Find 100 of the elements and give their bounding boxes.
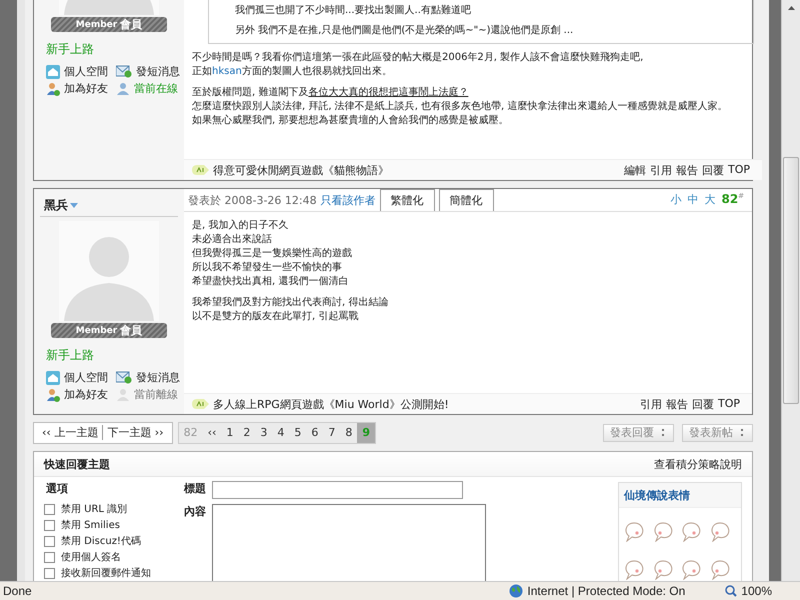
emoticon-icon[interactable] <box>708 560 731 580</box>
member-badge: Member 會員 <box>50 323 167 338</box>
scrollbar[interactable] <box>781 0 800 581</box>
text-link[interactable]: 各位大大真的很想把這事鬧上法庭？ <box>308 87 468 98</box>
previous-topic-link[interactable]: ‹‹ 上一主題 <box>38 425 102 440</box>
subject-label: 標題 <box>184 481 207 497</box>
member-badge: Member 會員 <box>50 17 167 32</box>
rank-label: 新手上路 <box>46 347 94 364</box>
emoticon-icon[interactable] <box>652 560 674 580</box>
font-size-link[interactable]: 大 <box>704 192 716 207</box>
emoticon-icon[interactable] <box>708 522 731 542</box>
post-action-link[interactable]: 引用 <box>650 162 672 178</box>
page-link[interactable]: 1 <box>221 422 238 442</box>
post-text: 怎麼這麼快跟別人談法律, 拜託, 法律不是紙上談兵, 也有很多灰色地帶, 這麼快拿法律出來還給人一種感覺就是威壓人家。 <box>192 100 728 114</box>
option-checkbox[interactable]: 接收新回覆郵件通知 <box>44 567 184 580</box>
emoticon-icon[interactable] <box>680 560 702 580</box>
quick-reply-title: 快速回覆主題 <box>44 456 110 472</box>
post-action-link[interactable]: 回覆 <box>702 162 724 178</box>
post-text: 希望盡快找出真相, 還我們一個清白 <box>192 275 350 289</box>
font-size-link[interactable]: 小 <box>670 192 682 207</box>
convert-tab[interactable]: 繁體化 <box>380 189 435 211</box>
ad-icon <box>192 399 209 409</box>
post-action-link[interactable]: TOP <box>718 396 740 412</box>
option-checkbox[interactable]: 禁用 URL 識別 <box>44 503 184 516</box>
text-link[interactable]: hksan <box>212 66 242 77</box>
profile-link[interactable]: 發短消息 <box>116 370 186 385</box>
profile-link[interactable]: 加為好友 <box>46 81 116 96</box>
author-name[interactable]: 黑兵 <box>44 197 68 214</box>
post-action-link[interactable]: 報告 <box>666 396 688 412</box>
profile-link[interactable]: 個人空間 <box>46 64 116 79</box>
post-text: 我希望我們及對方能找出代表商討, 得出結論 <box>192 296 390 310</box>
online-status: 當前離線 <box>116 387 186 402</box>
caret-icon[interactable] <box>70 203 78 208</box>
post-text: 但我覺得孤三是一隻娛樂性高的遊戲 <box>192 247 353 261</box>
next-topic-link[interactable]: 下一主題 ›› <box>102 425 168 440</box>
options-title: 選項 <box>44 481 69 496</box>
home-icon <box>46 370 60 384</box>
page-link[interactable]: 6 <box>306 422 324 442</box>
post-text: 如果無心威壓我們, 那要想想為甚麼貴壇的人會給我們的感覺是被威壓。 <box>192 114 510 128</box>
home-icon <box>46 64 60 78</box>
post-text: 至於版權問題, 難道閣下及各位大大真的很想把這事鬧上法庭？ <box>192 86 470 100</box>
user-icon <box>116 388 130 402</box>
quote-text: 我們孤三也開了不少時間...要找出製圖人..有點難道吧 <box>234 4 472 18</box>
emoticon-icon[interactable] <box>623 522 646 542</box>
profile-link[interactable]: 個人空間 <box>46 370 116 385</box>
ad-link[interactable]: 多人線上RPG網頁遊戲《Miu World》公測開始! <box>212 396 449 412</box>
post-text: 是, 我加入的日子不久 <box>192 219 290 233</box>
option-checkbox[interactable]: 禁用 Smilies <box>44 519 184 532</box>
zoom-icon[interactable] <box>725 585 738 597</box>
ad-icon <box>192 165 209 175</box>
envelope-icon <box>116 371 132 384</box>
envelope-icon <box>116 65 132 78</box>
option-checkbox[interactable]: 使用個人簽名 <box>44 551 184 564</box>
credits-link[interactable]: 查看積分策略說明 <box>654 456 742 472</box>
profile-link[interactable]: 發短消息 <box>116 64 186 79</box>
zone-text: Internet | Protected Mode: On <box>527 584 686 598</box>
page-link[interactable]: 8 <box>340 422 358 442</box>
user-icon <box>116 82 130 96</box>
status-text: Done <box>3 584 32 598</box>
post-action-link[interactable]: 引用 <box>640 396 662 412</box>
ad-link[interactable]: 得意可愛休閒網頁遊戲《貓熊物語》 <box>212 162 389 178</box>
post-text: 不少時間是嗎？我看你們這壇第一張在此區發的帖大概是2006年2月, 製作人該不會這麼快雞飛狗走吧, <box>192 51 644 65</box>
emoticon-icon[interactable] <box>623 560 646 580</box>
post-text: 未必適合出來說話 <box>192 233 273 247</box>
page-link[interactable]: 7 <box>323 422 340 442</box>
post-action-link[interactable]: 回覆 <box>692 396 714 412</box>
smilies-title: 仙境傳說表情 <box>624 488 690 502</box>
dropdown-icon[interactable] <box>741 428 744 436</box>
page-link[interactable]: 4 <box>272 422 290 442</box>
author-only-link[interactable]: 只看該作者 <box>320 193 376 211</box>
post-action-link[interactable]: 報告 <box>676 162 698 178</box>
profile-link[interactable]: 加為好友 <box>46 387 116 402</box>
page-link[interactable]: 2 <box>238 422 256 442</box>
convert-tab[interactable]: 簡體化 <box>438 189 494 211</box>
post-text: 正如hksan方面的製圖人也很易就找回出來。 <box>192 65 393 79</box>
post-date: 發表於 2008-3-26 12:48 <box>188 193 317 209</box>
post-action-link[interactable]: TOP <box>728 162 750 178</box>
post-action-link[interactable]: 編輯 <box>624 162 646 178</box>
add-user-icon <box>46 82 60 96</box>
font-size-link[interactable]: 中 <box>687 192 698 207</box>
rank-label: 新手上路 <box>46 41 94 58</box>
post-text: 以不是雙方的版友在此單打, 引起罵戰 <box>192 310 360 324</box>
first-page-link[interactable]: ‹‹ <box>202 422 222 442</box>
post-text: 所以我不希望發生一些不愉快的事 <box>192 261 343 275</box>
dropdown-icon[interactable] <box>662 428 666 436</box>
subject-field[interactable] <box>212 481 463 499</box>
page-link[interactable]: 5 <box>289 422 306 442</box>
floor-number: 82$^{#}$ <box>721 192 744 206</box>
page-total: 82 <box>182 425 199 441</box>
scroll-up-icon[interactable] <box>788 6 795 10</box>
online-status: 當前在線 <box>116 81 186 96</box>
add-user-icon <box>46 388 60 402</box>
option-checkbox[interactable]: 禁用 Discuz!代碼 <box>44 535 184 548</box>
emoticon-icon[interactable] <box>652 522 674 542</box>
zoom-level[interactable]: 100% <box>741 584 772 598</box>
content-label: 內容 <box>184 504 207 520</box>
emoticon-icon[interactable] <box>680 522 702 542</box>
quote-text: 另外 我們不是在推,只是他們圖是他們(不是光榮的嗎~"~)還說他們是原創 ... <box>234 24 574 38</box>
globe-icon <box>509 584 524 598</box>
page-link[interactable]: 3 <box>255 422 272 442</box>
